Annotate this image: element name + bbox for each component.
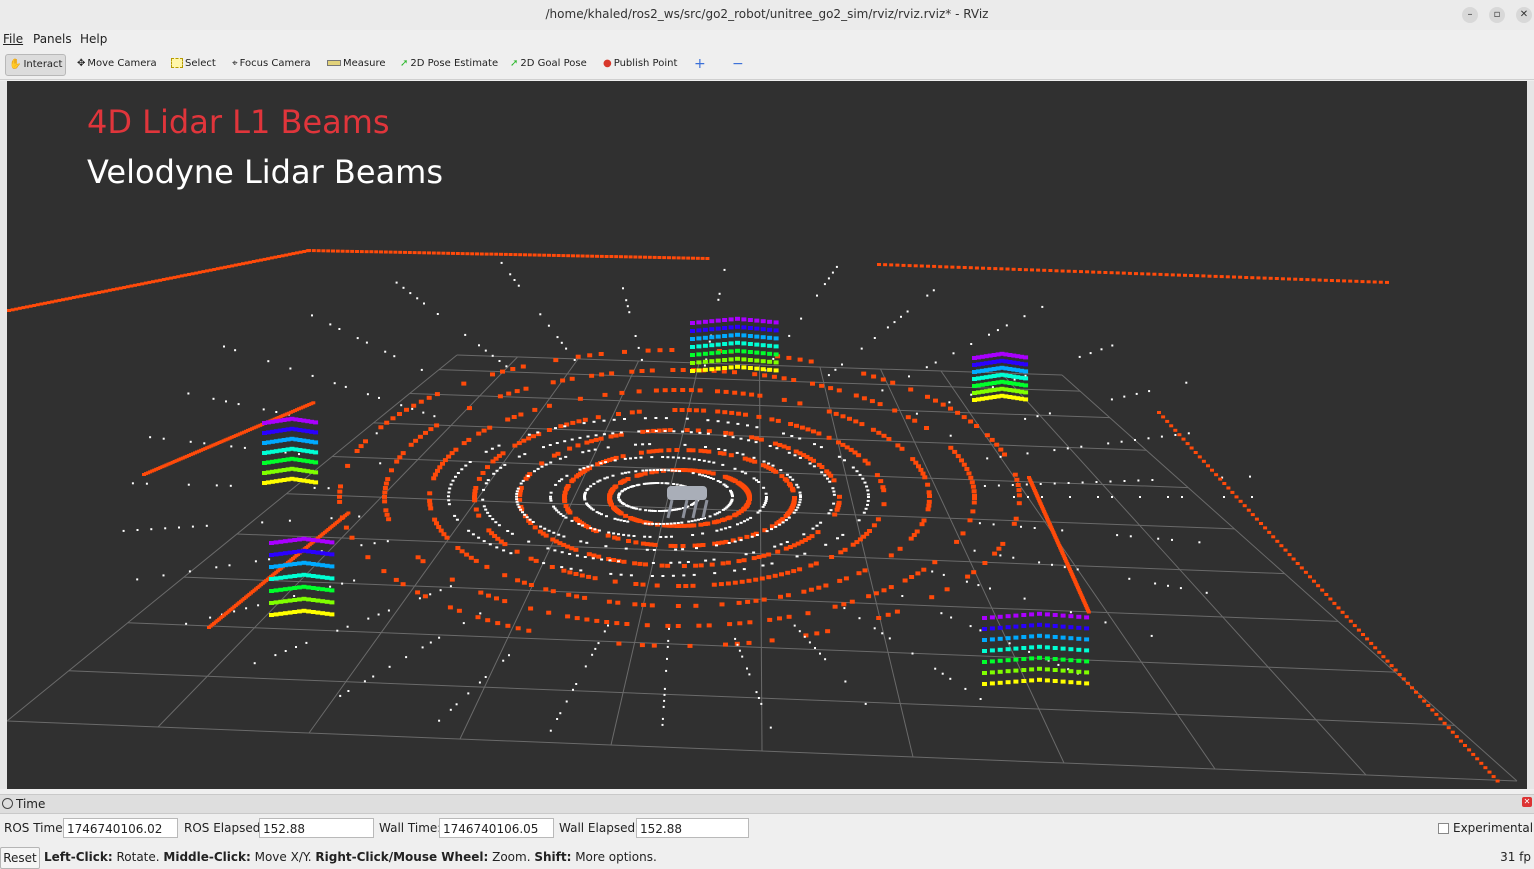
wall-elapsed-field[interactable]: 152.88	[636, 818, 749, 838]
reset-button[interactable]: Reset	[0, 847, 40, 869]
menu-help[interactable]: Help	[80, 32, 107, 46]
hand-icon: ✋	[9, 59, 22, 70]
move-camera-tool[interactable]: ✥ Move Camera	[77, 54, 157, 74]
robot-model	[666, 486, 709, 519]
interact-tool[interactable]: ✋ Interact	[5, 54, 67, 76]
add-tool-button[interactable]: +	[694, 54, 706, 74]
experimental-checkbox[interactable]	[1438, 823, 1449, 834]
menu-bar: File Panels Help	[0, 30, 1534, 49]
close-button[interactable]: ✕	[1516, 7, 1532, 23]
publish-point-tool[interactable]: ● Publish Point	[603, 54, 677, 74]
mouse-hint: Left-Click: Rotate. Middle-Click: Move X…	[44, 850, 657, 864]
fps-counter: 31 fp	[1500, 850, 1531, 864]
green-arrow-icon: ➚	[400, 58, 409, 69]
remove-tool-button[interactable]: −	[732, 54, 744, 74]
ruler-icon	[327, 60, 341, 66]
minimize-button[interactable]: –	[1462, 7, 1478, 23]
focus-camera-tool[interactable]: ⌖ Focus Camera	[232, 54, 311, 74]
move-icon: ✥	[77, 58, 86, 69]
close-icon[interactable]: ✕	[1522, 797, 1532, 807]
status-bar: Reset Left-Click: Rotate. Middle-Click: …	[0, 845, 1534, 869]
window-title: /home/khaled/ros2_ws/src/go2_robot/unitr…	[545, 7, 989, 21]
clock-icon	[2, 798, 13, 809]
menu-file[interactable]: File	[3, 32, 23, 46]
title-bar: /home/khaled/ros2_ws/src/go2_robot/unitr…	[0, 0, 1534, 31]
map-pin-icon: ●	[603, 58, 612, 69]
toolbar: ✋ Interact ✥ Move Camera Select ⌖ Focus Cam…	[0, 49, 1534, 80]
ros-time-label: ROS Time:	[4, 821, 67, 835]
goal-pose-tool[interactable]: ➚ 2D Goal Pose	[510, 54, 587, 74]
ros-time-field[interactable]: 1746740106.02	[63, 818, 178, 838]
maximize-button[interactable]: ▫	[1489, 7, 1505, 23]
left-dock-edge[interactable]	[0, 81, 7, 789]
time-panel-title: Time	[16, 797, 46, 811]
right-dock-edge[interactable]	[1527, 81, 1534, 789]
experimental-label: Experimental	[1453, 821, 1534, 835]
green-arrow-icon: ➚	[510, 58, 519, 69]
ground-grid	[7, 354, 1518, 782]
wall-time-field[interactable]: 1746740106.05	[439, 818, 554, 838]
pose-estimate-tool[interactable]: ➚ 2D Pose Estimate	[400, 54, 498, 74]
time-panel: ROS Time: 1746740106.02 ROS Elapsed: 152…	[0, 814, 1534, 842]
wall-points	[7, 249, 1500, 783]
render-viewport[interactable]: 4D Lidar L1 Beams Velodyne Lidar Beams	[7, 81, 1527, 789]
wall-time-label: Wall Time:	[379, 821, 442, 835]
wall-elapsed-label: Wall Elapsed:	[559, 821, 640, 835]
select-icon	[171, 58, 183, 68]
select-tool[interactable]: Select	[171, 54, 216, 74]
time-panel-header: Time ✕	[0, 794, 1534, 814]
ros-elapsed-field[interactable]: 152.88	[259, 818, 374, 838]
legend-l1-label: 4D Lidar L1 Beams	[87, 103, 390, 141]
legend-velodyne-label: Velodyne Lidar Beams	[87, 153, 444, 191]
ros-elapsed-label: ROS Elapsed:	[184, 821, 265, 835]
menu-panels[interactable]: Panels	[33, 32, 72, 46]
measure-tool[interactable]: Measure	[327, 54, 386, 74]
focus-icon: ⌖	[232, 58, 238, 69]
